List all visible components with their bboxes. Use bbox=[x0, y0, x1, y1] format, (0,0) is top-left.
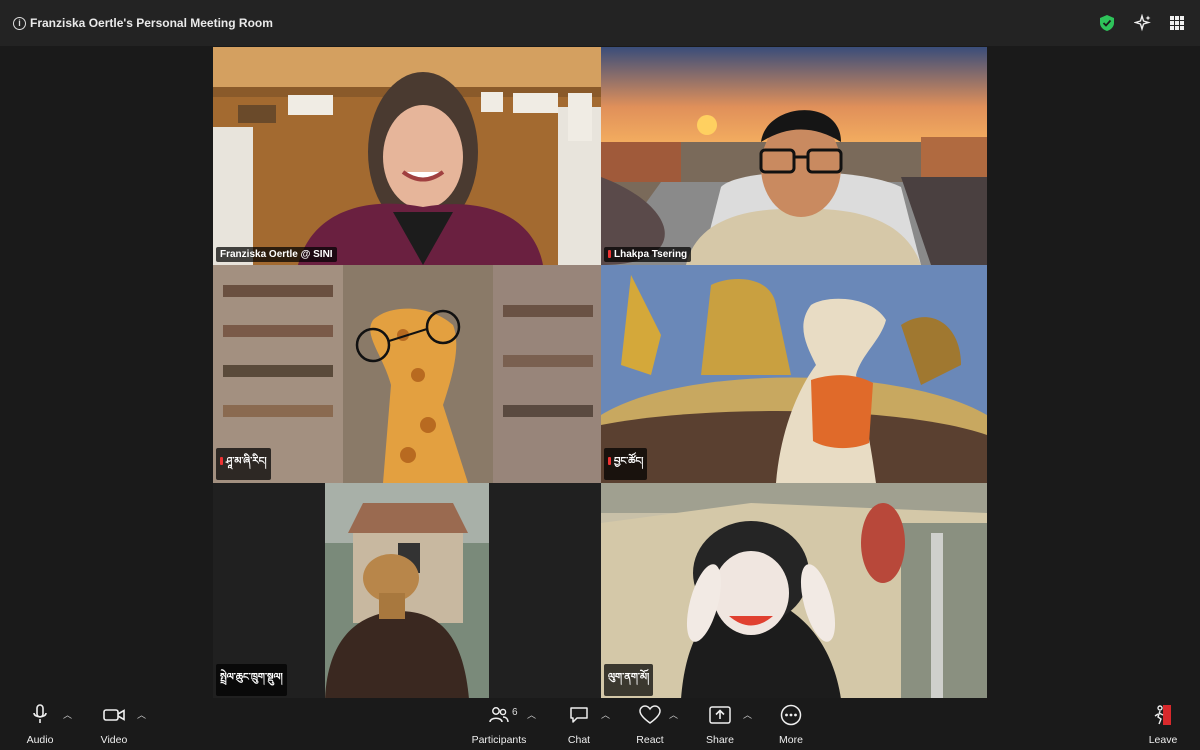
chevron-up-icon[interactable]: ︿ bbox=[137, 708, 146, 721]
react-button[interactable]: React bbox=[630, 704, 670, 746]
chevron-up-icon[interactable]: ︿ bbox=[601, 708, 610, 721]
heart-icon bbox=[639, 705, 661, 724]
participant-name-tag: ཤཱ་མ་ཞི་རིང། bbox=[216, 448, 271, 480]
share-button[interactable]: Share bbox=[700, 704, 740, 746]
video-tile-franziska[interactable]: Franziska Oertle @ SINI bbox=[213, 47, 601, 265]
participant-video bbox=[601, 47, 987, 265]
participants-button[interactable]: Participants bbox=[470, 704, 528, 746]
mic-muted-icon bbox=[220, 457, 223, 465]
video-tile-lhakpa[interactable]: Lhakpa Tsering bbox=[601, 47, 987, 265]
participant-video bbox=[213, 47, 601, 265]
meeting-controls-toolbar: Audio ︿ Video ︿ Participants 6 ︿ Chat ︿ … bbox=[0, 698, 1200, 750]
leave-button[interactable]: Leave bbox=[1144, 704, 1182, 746]
video-camera-icon bbox=[103, 709, 125, 721]
participant-name-tag: Franziska Oertle @ SINI bbox=[216, 247, 337, 262]
participant-name-tag: ལུག་ནག་མོ། bbox=[604, 664, 654, 696]
share-label: Share bbox=[705, 734, 735, 746]
sparkle-icon[interactable] bbox=[1134, 14, 1152, 32]
audio-label: Audio bbox=[26, 734, 54, 746]
participant-video bbox=[213, 265, 601, 483]
chevron-up-icon[interactable]: ︿ bbox=[669, 708, 678, 721]
participant-video bbox=[601, 483, 987, 699]
video-tile-tortoise[interactable]: སྤྲེལ་ཆུང་ཁྲུག་སྡུལ། bbox=[213, 483, 601, 699]
chat-icon bbox=[570, 707, 588, 723]
meeting-top-bar: i Franziska Oertle's Personal Meeting Ro… bbox=[0, 0, 1200, 46]
info-icon[interactable]: i bbox=[13, 17, 26, 30]
leave-label: Leave bbox=[1148, 734, 1178, 746]
participants-count: 6 bbox=[512, 707, 518, 718]
meeting-title: Franziska Oertle's Personal Meeting Room bbox=[30, 16, 273, 30]
mic-muted-icon bbox=[608, 250, 611, 258]
video-tile-giraffe[interactable]: ཤཱ་མ་ཞི་རིང། bbox=[213, 265, 601, 483]
participants-label: Participants bbox=[471, 734, 527, 746]
participant-name-tag: སྤྲེལ་ཆུང་ཁྲུག་སྡུལ། bbox=[216, 664, 287, 696]
video-label: Video bbox=[100, 734, 128, 746]
participant-name-tag: Lhakpa Tsering bbox=[604, 247, 692, 262]
participant-video bbox=[601, 265, 987, 483]
chevron-up-icon[interactable]: ︿ bbox=[743, 708, 752, 721]
more-button[interactable]: More bbox=[772, 704, 810, 746]
chat-button[interactable]: Chat bbox=[560, 704, 598, 746]
share-screen-icon bbox=[709, 706, 731, 724]
video-tile-camel[interactable]: བྱང་ཚོང། bbox=[601, 265, 987, 483]
video-tile-sheep[interactable]: ལུག་ནག་མོ། bbox=[601, 483, 987, 699]
chevron-up-icon[interactable]: ︿ bbox=[527, 708, 536, 721]
audio-button[interactable]: Audio bbox=[20, 704, 60, 746]
chevron-up-icon[interactable]: ︿ bbox=[63, 708, 72, 721]
video-button[interactable]: Video bbox=[94, 704, 134, 746]
more-label: More bbox=[779, 734, 803, 746]
participant-name-tag: བྱང་ཚོང། bbox=[604, 448, 648, 480]
grid-icon[interactable] bbox=[1168, 14, 1186, 32]
react-label: React bbox=[636, 734, 664, 746]
shield-icon[interactable] bbox=[1098, 14, 1116, 32]
participants-icon bbox=[489, 707, 509, 723]
leave-icon bbox=[1154, 705, 1171, 725]
microphone-icon bbox=[33, 704, 47, 723]
more-icon bbox=[780, 704, 802, 726]
chat-label: Chat bbox=[567, 734, 591, 746]
mic-muted-icon bbox=[608, 457, 611, 465]
